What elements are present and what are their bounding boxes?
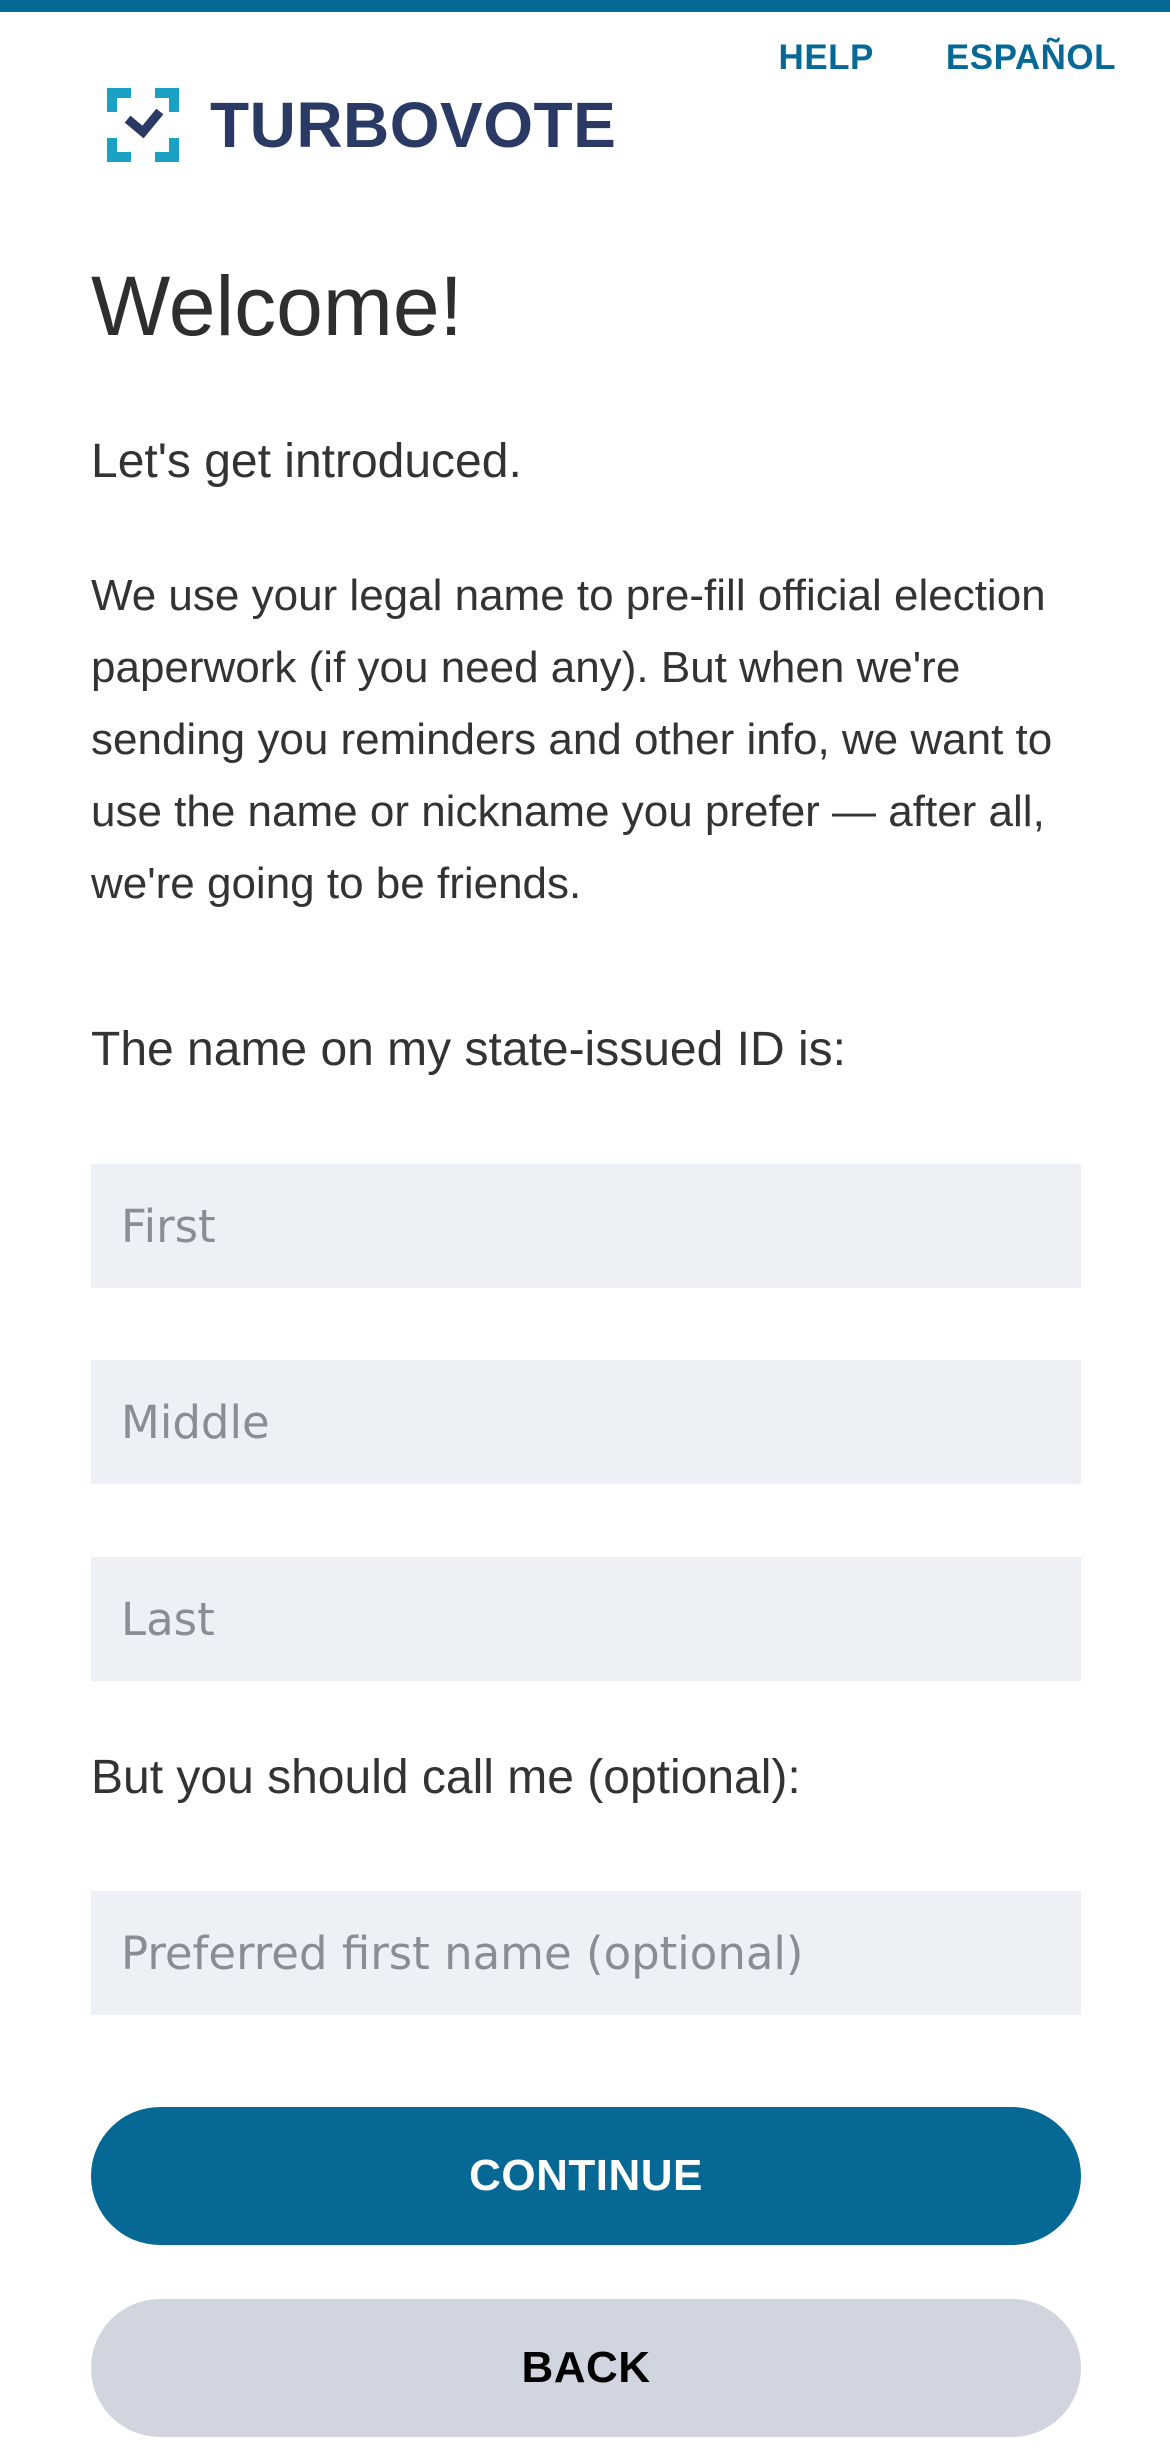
legal-name-label: The name on my state-issued ID is:: [91, 1023, 846, 1076]
top-accent-bar: [0, 0, 1170, 12]
first-name-input[interactable]: [91, 1164, 1081, 1288]
logo-wordmark: TURBOVOTE: [210, 89, 617, 161]
intro-subtitle: Let's get introduced.: [91, 435, 522, 488]
preferred-name-input[interactable]: [91, 1891, 1081, 2015]
explanation-paragraph: We use your legal name to pre-fill offic…: [91, 571, 1053, 908]
last-name-input[interactable]: [91, 1557, 1081, 1681]
middle-name-input[interactable]: [91, 1360, 1081, 1484]
preferred-name-label: But you should call me (optional):: [91, 1751, 801, 1804]
turbovote-check-brackets-icon: [107, 88, 179, 162]
turbovote-logo[interactable]: TURBOVOTE: [107, 88, 616, 162]
help-link[interactable]: HELP: [779, 38, 874, 78]
language-toggle-link[interactable]: ESPAÑOL: [946, 38, 1116, 78]
header-nav: HELP ESPAÑOL: [779, 38, 1116, 78]
back-button[interactable]: BACK: [91, 2299, 1081, 2437]
continue-button[interactable]: CONTINUE: [91, 2107, 1081, 2245]
page-title: Welcome!: [91, 259, 463, 353]
